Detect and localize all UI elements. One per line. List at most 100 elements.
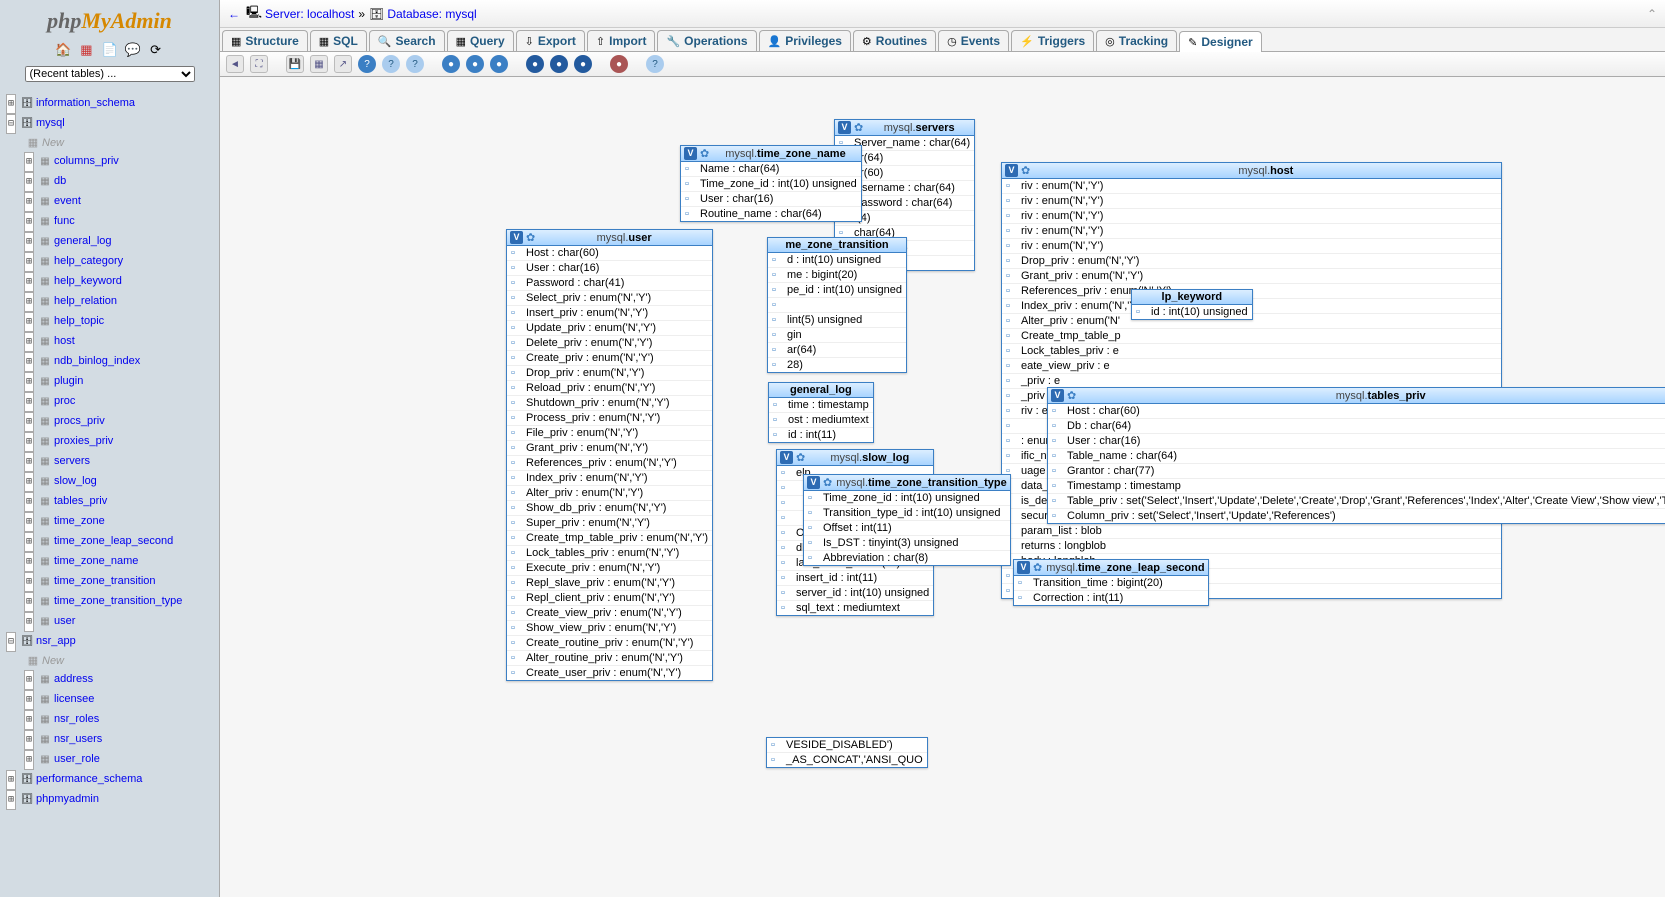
relation-icon[interactable]: ▫: [511, 337, 523, 349]
tab-query[interactable]: ▦Query: [447, 30, 514, 51]
table-general_log[interactable]: general_log: [54, 235, 112, 247]
tree-toggle[interactable]: ⊞: [24, 572, 34, 592]
tree-toggle[interactable]: ⊟: [6, 114, 16, 134]
relation-icon[interactable]: ▫: [511, 442, 523, 454]
tool-back-icon[interactable]: ◄: [226, 55, 244, 73]
table-column[interactable]: ▫riv : enum('N','Y'): [1002, 239, 1501, 254]
table-column[interactable]: ▫Repl_slave_priv : enum('N','Y'): [507, 576, 712, 591]
table-column[interactable]: ▫Routine_name : char(64): [681, 207, 861, 221]
table-column[interactable]: ▫Shutdown_priv : enum('N','Y'): [507, 396, 712, 411]
table-column[interactable]: ▫ost : mediumtext: [769, 413, 873, 428]
table-column[interactable]: ▫riv : enum('N','Y'): [1002, 209, 1501, 224]
new-table[interactable]: New: [42, 655, 64, 667]
table-column[interactable]: ▫Select_priv : enum('N','Y'): [507, 291, 712, 306]
table-column[interactable]: ▫Name : char(64): [681, 162, 861, 177]
home-icon[interactable]: 🏠: [55, 42, 71, 58]
relation-icon[interactable]: ▫: [1006, 255, 1018, 267]
table-column[interactable]: ▫28): [768, 358, 906, 372]
relation-icon[interactable]: ▫: [1052, 480, 1064, 492]
table-columns_priv[interactable]: columns_priv: [54, 155, 119, 167]
tool-option1-icon[interactable]: ?: [382, 55, 400, 73]
table-time_zone[interactable]: time_zone: [54, 515, 105, 527]
relation-icon[interactable]: ▫: [511, 412, 523, 424]
relation-icon[interactable]: ▫: [808, 522, 820, 534]
sql-icon[interactable]: ▦: [78, 42, 94, 58]
table-column[interactable]: ▫_AS_CONCAT','ANSI_QUO: [767, 753, 927, 767]
designer-canvas[interactable]: V✿mysql.servers▫Server_name : char(64)▫a…: [220, 77, 1665, 897]
table-column[interactable]: ▫server_id : int(10) unsigned: [777, 586, 933, 601]
recent-tables-select[interactable]: (Recent tables) ...: [25, 66, 195, 82]
table-box-user[interactable]: V✿mysql.user▫Host : char(60)▫User : char…: [506, 229, 713, 681]
relation-icon[interactable]: ▫: [1052, 450, 1064, 462]
table-column[interactable]: ▫d : int(10) unsigned: [768, 253, 906, 268]
tab-routines[interactable]: ⚙Routines: [853, 30, 936, 51]
tree-toggle[interactable]: ⊞: [24, 452, 34, 472]
tree-toggle[interactable]: ⊞: [24, 670, 34, 690]
collapse-icon[interactable]: V: [510, 231, 523, 244]
tree-toggle[interactable]: ⊞: [24, 212, 34, 232]
table-func[interactable]: func: [54, 215, 75, 227]
nav-icon[interactable]: 💬: [125, 42, 141, 58]
tab-designer[interactable]: ✎Designer: [1179, 31, 1262, 52]
tree-toggle[interactable]: ⊞: [24, 292, 34, 312]
db-nsr_app[interactable]: nsr_app: [36, 635, 76, 647]
table-column[interactable]: ▫Transition_type_id : int(10) unsigned: [804, 506, 1010, 521]
table-column[interactable]: ▫Reload_priv : enum('N','Y'): [507, 381, 712, 396]
relation-icon[interactable]: ▫: [1052, 435, 1064, 447]
table-header[interactable]: me_zone_transition: [768, 238, 906, 253]
relation-icon[interactable]: ▫: [1006, 405, 1018, 417]
table-column[interactable]: ▫Lock_tables_priv : enum('N','Y'): [507, 546, 712, 561]
logo[interactable]: phpMyAdmin: [0, 0, 219, 38]
table-column[interactable]: ▫Create_tmp_table_priv : enum('N','Y'): [507, 531, 712, 546]
relation-icon[interactable]: ▫: [511, 322, 523, 334]
relation-icon[interactable]: ▫: [511, 262, 523, 274]
table-column[interactable]: ▫User : char(16): [681, 192, 861, 207]
tree-toggle[interactable]: ⊞: [24, 192, 34, 212]
table-column[interactable]: ▫Offset : int(11): [804, 521, 1010, 536]
db-mysql[interactable]: mysql: [36, 117, 65, 129]
tree-toggle[interactable]: ⊞: [24, 272, 34, 292]
tree-toggle[interactable]: ⊞: [24, 512, 34, 532]
relation-icon[interactable]: ▫: [511, 427, 523, 439]
table-time_zone_transition[interactable]: time_zone_transition: [54, 575, 156, 587]
table-column[interactable]: ▫Show_db_priv : enum('N','Y'): [507, 501, 712, 516]
relation-icon[interactable]: ▫: [1006, 225, 1018, 237]
tree-toggle[interactable]: ⊞: [24, 392, 34, 412]
table-column[interactable]: ▫id : int(10) unsigned: [1132, 305, 1252, 319]
cog-icon[interactable]: ✿: [1033, 561, 1042, 574]
tab-import[interactable]: ⇧Import: [587, 30, 656, 51]
tree-toggle[interactable]: ⊞: [24, 612, 34, 632]
table-column[interactable]: ▫me : bigint(20): [768, 268, 906, 283]
breadcrumb-server[interactable]: Server: localhost: [265, 7, 354, 21]
table-column[interactable]: ▫Insert_priv : enum('N','Y'): [507, 306, 712, 321]
table-user[interactable]: user: [54, 615, 75, 627]
table-procs_priv[interactable]: procs_priv: [54, 415, 105, 427]
tree-toggle[interactable]: ⊞: [24, 592, 34, 612]
table-column[interactable]: ▫Super_priv : enum('N','Y'): [507, 516, 712, 531]
table-header[interactable]: V✿mysql.user: [507, 230, 712, 246]
table-box-time_zone_name[interactable]: V✿mysql.time_zone_name▫Name : char(64)▫T…: [680, 145, 862, 222]
relation-icon[interactable]: ▫: [781, 467, 793, 479]
table-plugin[interactable]: plugin: [54, 375, 83, 387]
table-column[interactable]: ▫pe_id : int(10) unsigned: [768, 283, 906, 298]
relation-icon[interactable]: ▫: [781, 602, 793, 614]
table-column[interactable]: ▫User : char(16): [1048, 434, 1665, 449]
relation-icon[interactable]: ▫: [511, 607, 523, 619]
table-header[interactable]: V✿mysql.servers: [835, 120, 974, 136]
relation-icon[interactable]: ▫: [1006, 210, 1018, 222]
table-header[interactable]: V✿mysql.host: [1002, 163, 1501, 179]
table-column[interactable]: ▫param_list : blob: [1002, 524, 1501, 539]
table-column[interactable]: ▫returns : longblob: [1002, 539, 1501, 554]
new-table[interactable]: New: [42, 137, 64, 149]
tool-table-icon[interactable]: ▦: [310, 55, 328, 73]
tab-operations[interactable]: 🔧Operations: [657, 30, 756, 51]
table-box-time_zone_transition_type[interactable]: V✿mysql.time_zone_transition_type▫Time_z…: [803, 474, 1011, 566]
table-tables_priv[interactable]: tables_priv: [54, 495, 107, 507]
tab-triggers[interactable]: ⚡Triggers: [1011, 30, 1094, 51]
table-column[interactable]: ▫References_priv : enum('N','Y'): [507, 456, 712, 471]
tab-structure[interactable]: ▦Structure: [222, 30, 308, 51]
cog-icon[interactable]: ✿: [1067, 389, 1076, 402]
tree-toggle[interactable]: ⊞: [24, 412, 34, 432]
tab-search[interactable]: 🔍Search: [369, 30, 445, 51]
table-box-time_zone_leap_second[interactable]: V✿mysql.time_zone_leap_second▫Transition…: [1013, 559, 1209, 606]
